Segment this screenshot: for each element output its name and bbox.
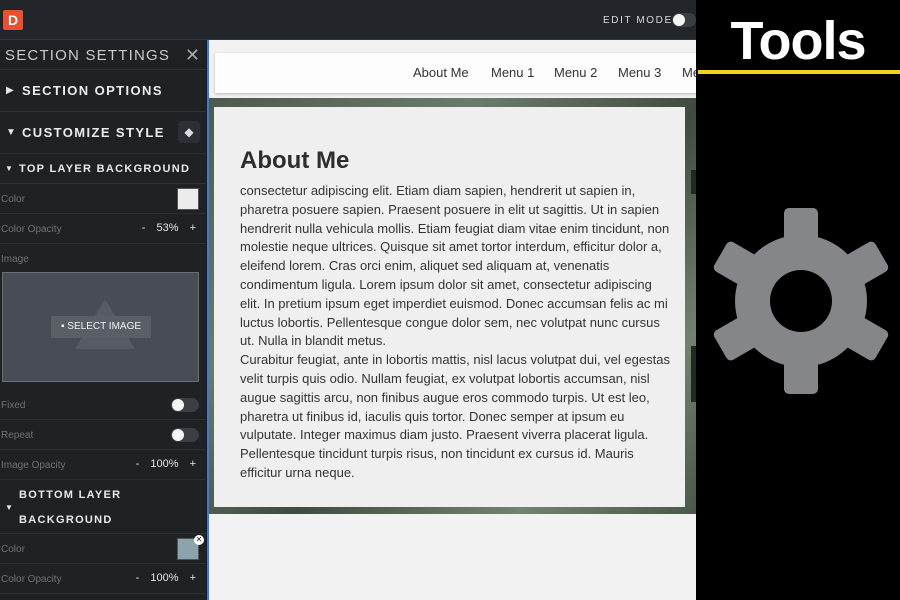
- paint-bucket-icon[interactable]: ◆: [178, 121, 200, 143]
- toggle-knob: [172, 429, 184, 441]
- repeat-row: Repeat: [0, 420, 206, 450]
- chevron-down-icon: ▼: [6, 127, 16, 138]
- decrement-button[interactable]: -: [136, 458, 140, 470]
- edit-mode-label: EDIT MODE: [603, 15, 673, 26]
- about-heading: About Me: [240, 147, 350, 174]
- about-card: About Me consectetur adipiscing elit. Et…: [214, 107, 685, 507]
- select-image-label: SELECT IMAGE: [67, 321, 142, 332]
- section-options-row[interactable]: ▶ SECTION OPTIONS: [0, 70, 206, 112]
- bottom-layer-label-line2: BACKGROUND: [19, 514, 113, 526]
- accent-underline: [698, 70, 900, 74]
- about-paragraph-1: consectetur adipiscing elit. Etiam diam …: [240, 183, 670, 349]
- tools-overlay-panel: Tools: [696, 0, 900, 600]
- top-toolbar: D EDIT MODE: [0, 0, 696, 40]
- gear-icon: [713, 208, 889, 394]
- edit-mode-toggle[interactable]: [672, 13, 696, 27]
- opacity-value: 100%: [150, 458, 179, 470]
- chevron-right-icon: ▶: [6, 85, 14, 96]
- bottom-layer-label-line1: BOTTOM LAYER: [19, 489, 122, 501]
- bottom-opacity-stepper: - 100% +: [128, 572, 196, 584]
- close-icon[interactable]: ✕: [185, 45, 200, 66]
- color-opacity-label: Color Opacity: [1, 224, 62, 235]
- tools-title: Tools: [730, 11, 867, 71]
- site-nav: About Me Menu 1 Menu 2 Menu 3 Me: [215, 53, 696, 93]
- customize-style-label: CUSTOMIZE STYLE: [22, 125, 165, 140]
- toggle-knob: [172, 399, 184, 411]
- bottom-color-row: Color ✕: [0, 534, 206, 564]
- section-settings-panel: SECTION SETTINGS ✕ ▶ SECTION OPTIONS ▼ C…: [0, 40, 206, 600]
- increment-button[interactable]: +: [190, 572, 196, 584]
- decrement-button[interactable]: -: [142, 222, 146, 234]
- image-opacity-label: Image Opacity: [1, 460, 66, 471]
- customize-style-row[interactable]: ▼ CUSTOMIZE STYLE ◆: [0, 112, 206, 154]
- repeat-toggle[interactable]: [171, 428, 199, 442]
- about-body: consectetur adipiscing elit. Etiam diam …: [240, 182, 670, 483]
- bottom-opacity-row: Color Opacity - 100% +: [0, 564, 206, 594]
- nav-item-overflow[interactable]: Me: [682, 65, 696, 80]
- opacity-value: 53%: [156, 222, 179, 234]
- top-opacity-stepper: - 53% +: [134, 222, 196, 234]
- bottom-layer-header[interactable]: ▼ BOTTOM LAYER BACKGROUND: [0, 480, 206, 534]
- nav-item-menu-3[interactable]: Menu 3: [618, 65, 661, 80]
- top-color-row: Color: [0, 184, 206, 214]
- top-layer-label: TOP LAYER BACKGROUND: [19, 163, 191, 175]
- nav-item-menu-2[interactable]: Menu 2: [554, 65, 597, 80]
- app-logo[interactable]: D: [3, 10, 23, 30]
- nav-item-menu-1[interactable]: Menu 1: [491, 65, 534, 80]
- page-preview: About Me Menu 1 Menu 2 Menu 3 Me About M…: [207, 40, 696, 600]
- repeat-label: Repeat: [1, 430, 34, 441]
- color-label: Color: [1, 544, 25, 555]
- color-label: Color: [1, 194, 25, 205]
- chevron-down-icon: ▼: [5, 164, 13, 173]
- image-opacity-stepper: - 100% +: [128, 458, 196, 470]
- panel-title: SECTION SETTINGS: [5, 47, 171, 64]
- nav-item-about-me[interactable]: About Me: [413, 65, 469, 80]
- toggle-knob: [673, 14, 685, 26]
- panel-header: SECTION SETTINGS ✕: [0, 40, 206, 70]
- image-opacity-row: Image Opacity - 100% +: [0, 450, 206, 480]
- image-dropzone[interactable]: ▪ SELECT IMAGE: [2, 272, 199, 382]
- chevron-down-icon: ▼: [5, 503, 13, 512]
- color-opacity-label: Color Opacity: [1, 574, 62, 585]
- section-options-label: SECTION OPTIONS: [22, 83, 163, 98]
- increment-button[interactable]: +: [190, 222, 196, 234]
- app-root: D EDIT MODE SECTION SETTINGS ✕ ▶ SECTION…: [0, 0, 900, 600]
- top-opacity-row: Color Opacity - 53% +: [0, 214, 206, 244]
- clear-color-icon[interactable]: ✕: [194, 535, 204, 545]
- top-color-swatch[interactable]: [177, 188, 199, 210]
- fixed-label: Fixed: [1, 400, 26, 411]
- about-paragraph-2: Curabitur feugiat, ante in lobortis matt…: [240, 352, 670, 480]
- select-image-button[interactable]: ▪ SELECT IMAGE: [51, 316, 151, 338]
- fixed-row: Fixed: [0, 390, 206, 420]
- fixed-toggle[interactable]: [171, 398, 199, 412]
- decrement-button[interactable]: -: [136, 572, 140, 584]
- image-label: Image: [1, 254, 29, 265]
- opacity-value: 100%: [150, 572, 179, 584]
- increment-button[interactable]: +: [190, 458, 196, 470]
- top-layer-header[interactable]: ▼ TOP LAYER BACKGROUND: [0, 154, 206, 184]
